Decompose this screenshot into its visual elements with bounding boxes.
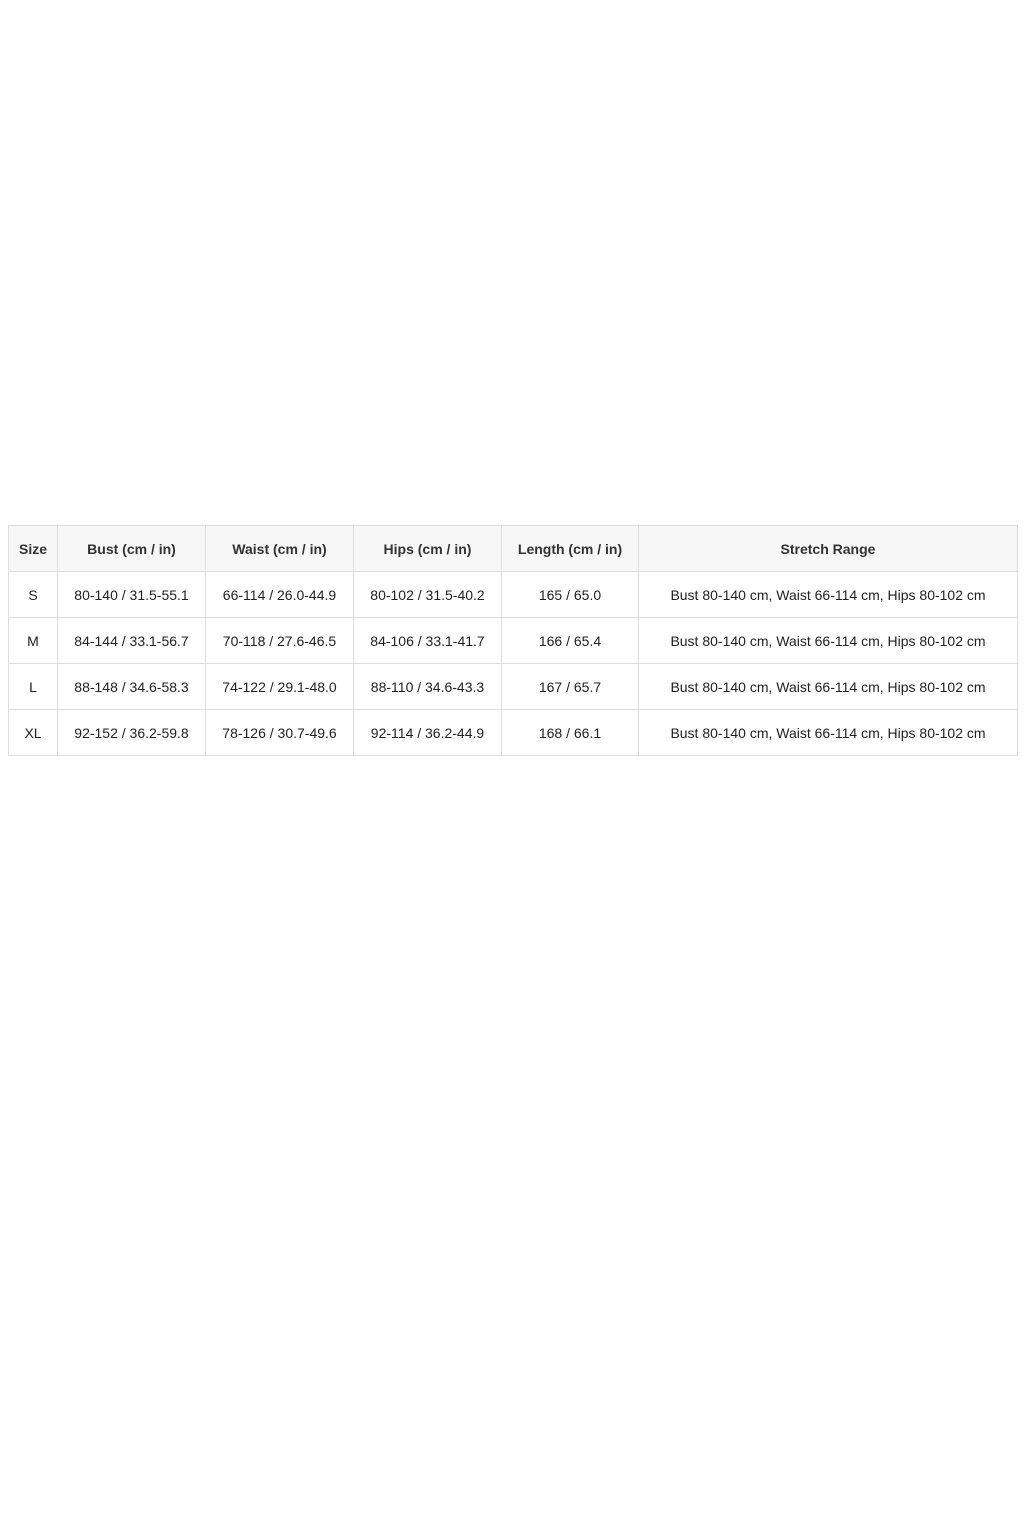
cell-stretch-range: Bust 80-140 cm, Waist 66-114 cm, Hips 80… <box>638 571 1018 618</box>
header-stretch-range: Stretch Range <box>638 525 1018 572</box>
cell-hips: 92-114 / 36.2-44.9 <box>353 709 502 756</box>
cell-length: 166 / 65.4 <box>501 617 639 664</box>
cell-bust: 84-144 / 33.1-56.7 <box>57 617 206 664</box>
page: Size Bust (cm / in) Waist (cm / in) Hips… <box>0 0 1024 1536</box>
table-row: M 84-144 / 33.1-56.7 70-118 / 27.6-46.5 … <box>8 617 1018 664</box>
cell-waist: 70-118 / 27.6-46.5 <box>205 617 354 664</box>
table-row: L 88-148 / 34.6-58.3 74-122 / 29.1-48.0 … <box>8 663 1018 710</box>
cell-waist: 78-126 / 30.7-49.6 <box>205 709 354 756</box>
cell-stretch-range: Bust 80-140 cm, Waist 66-114 cm, Hips 80… <box>638 663 1018 710</box>
cell-size: S <box>8 571 58 618</box>
size-chart-table: Size Bust (cm / in) Waist (cm / in) Hips… <box>8 525 1018 756</box>
header-row: Size Bust (cm / in) Waist (cm / in) Hips… <box>8 525 1018 572</box>
cell-bust: 92-152 / 36.2-59.8 <box>57 709 206 756</box>
table-row: XL 92-152 / 36.2-59.8 78-126 / 30.7-49.6… <box>8 709 1018 756</box>
cell-size: M <box>8 617 58 664</box>
header-bust: Bust (cm / in) <box>57 525 206 572</box>
cell-length: 168 / 66.1 <box>501 709 639 756</box>
header-length: Length (cm / in) <box>501 525 639 572</box>
cell-size: XL <box>8 709 58 756</box>
cell-size: L <box>8 663 58 710</box>
cell-waist: 66-114 / 26.0-44.9 <box>205 571 354 618</box>
cell-stretch-range: Bust 80-140 cm, Waist 66-114 cm, Hips 80… <box>638 617 1018 664</box>
cell-hips: 84-106 / 33.1-41.7 <box>353 617 502 664</box>
cell-hips: 80-102 / 31.5-40.2 <box>353 571 502 618</box>
header-size: Size <box>8 525 58 572</box>
cell-waist: 74-122 / 29.1-48.0 <box>205 663 354 710</box>
cell-hips: 88-110 / 34.6-43.3 <box>353 663 502 710</box>
cell-stretch-range: Bust 80-140 cm, Waist 66-114 cm, Hips 80… <box>638 709 1018 756</box>
cell-length: 165 / 65.0 <box>501 571 639 618</box>
cell-bust: 80-140 / 31.5-55.1 <box>57 571 206 618</box>
header-hips: Hips (cm / in) <box>353 525 502 572</box>
header-waist: Waist (cm / in) <box>205 525 354 572</box>
cell-bust: 88-148 / 34.6-58.3 <box>57 663 206 710</box>
table-row: S 80-140 / 31.5-55.1 66-114 / 26.0-44.9 … <box>8 571 1018 618</box>
cell-length: 167 / 65.7 <box>501 663 639 710</box>
